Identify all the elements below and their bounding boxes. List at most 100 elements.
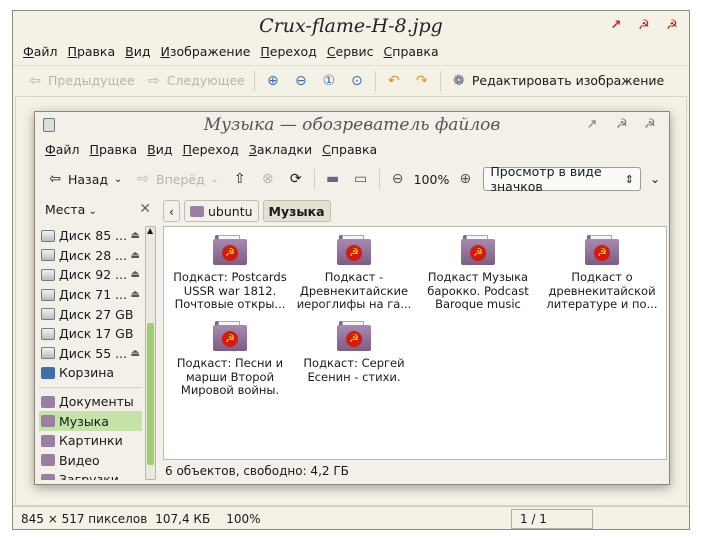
sidebar-item[interactable]: Диск 92 ... ⏏ xyxy=(39,265,142,285)
file-name-line: Есенин - стихи. xyxy=(307,369,401,384)
menu-view[interactable]: Вид xyxy=(142,140,177,160)
zoom-normal-icon: ① xyxy=(322,72,336,89)
places-dropdown[interactable]: Места ⌄ xyxy=(45,202,97,217)
sidebar-item[interactable]: Диск 27 GB xyxy=(39,304,142,324)
sidebar-item-label: Диск 92 ... xyxy=(59,267,128,283)
page-counter: 1 / 1 xyxy=(511,509,593,529)
toolbar-separator xyxy=(313,169,315,189)
scroll-up-icon[interactable]: ▲ xyxy=(147,226,153,235)
computer-button[interactable]: ▭ xyxy=(347,166,375,192)
file-name-line: Подкаст: Сергей xyxy=(303,356,405,370)
file-name-line: литературе и по... xyxy=(546,297,658,311)
eject-icon[interactable]: ⏏ xyxy=(131,269,140,280)
back-button[interactable]: ⇦ Назад ⌄ xyxy=(41,166,129,192)
folder-icon xyxy=(41,434,55,447)
sidebar-item[interactable]: Видео xyxy=(39,451,142,471)
menu-image[interactable]: Изображение xyxy=(155,42,255,62)
maximize-icon[interactable]: ↗ xyxy=(583,116,601,134)
file-item[interactable]: ☭ Подкаст Музыка барокко. Podcast Baroque m… xyxy=(416,235,540,312)
toolbar-separator xyxy=(253,70,255,91)
menu-tools[interactable]: Сервис xyxy=(322,42,379,62)
eject-icon[interactable]: ⏏ xyxy=(131,250,140,261)
file-item[interactable]: ☭ Подкаст: Сергей Есенин - стихи. xyxy=(292,321,416,384)
sidebar-item[interactable]: Диск 71 ... ⏏ xyxy=(39,285,142,305)
sidebar-item[interactable]: Картинки xyxy=(39,431,142,451)
eject-icon[interactable]: ⏏ xyxy=(131,348,140,359)
drive-icon xyxy=(41,268,55,281)
file-item[interactable]: ☭ Подкаст: Песни и марши Второй Мировой вой… xyxy=(168,321,292,398)
file-item[interactable]: ☭ Подкаст о древнекитайской литературе и по… xyxy=(540,235,664,312)
fm-toolbar: ⇦ Назад ⌄ ⇨ Вперёд ⌄ ⇧ ⊗ ⟳ ▬ ▭ ⊖ 100% ⊕ … xyxy=(35,164,669,194)
chevron-down-icon[interactable]: ⌄ xyxy=(209,170,221,188)
rotate-right-button[interactable]: ↷ xyxy=(408,68,436,94)
zoom-in-button[interactable]: ⊕ xyxy=(259,68,287,94)
reload-icon: ⟳ xyxy=(289,171,302,187)
minimize-icon[interactable]: ☭ xyxy=(635,17,653,35)
sidebar-item[interactable]: Диск 17 GB xyxy=(39,324,142,344)
maximize-icon[interactable]: ↗ xyxy=(607,17,625,35)
up-button[interactable]: ⇧ xyxy=(226,166,254,192)
next-button[interactable]: ⇨ Следующее xyxy=(140,68,250,94)
scrollbar-thumb[interactable] xyxy=(147,323,154,465)
folder-icon xyxy=(41,473,55,480)
zoom-in-button[interactable]: ⊕ xyxy=(451,166,479,192)
menu-go[interactable]: Переход xyxy=(255,42,321,62)
menu-bookmarks[interactable]: Закладки xyxy=(244,140,317,160)
zoom-normal-button[interactable]: ① xyxy=(315,68,343,94)
folder-emblem-icon: ☭ xyxy=(213,321,247,353)
sidebar-item[interactable]: Корзина xyxy=(39,363,142,383)
rotate-left-button[interactable]: ↶ xyxy=(380,68,408,94)
eject-icon[interactable]: ⏏ xyxy=(131,289,140,300)
path-scroll-left[interactable]: ‹ xyxy=(163,200,180,222)
close-icon[interactable]: ☭ xyxy=(663,17,681,35)
sidebar-scrollbar[interactable]: ▲ xyxy=(145,226,156,480)
sidebar-item[interactable]: Диск 85 ... ⏏ xyxy=(39,226,142,246)
viewer-statusbar: 845 × 517 пикселов 107,4 КБ 100% 1 / 1 xyxy=(13,506,689,530)
home-button[interactable]: ▬ xyxy=(319,166,347,192)
menu-edit[interactable]: Правка xyxy=(63,42,121,62)
stop-button[interactable]: ⊗ xyxy=(254,166,282,192)
menu-go[interactable]: Переход xyxy=(177,140,243,160)
path-crumb-music[interactable]: Музыка xyxy=(262,200,331,222)
previous-button[interactable]: ⇦ Предыдущее xyxy=(21,68,140,94)
menu-file[interactable]: Файл xyxy=(40,140,85,160)
view-mode-select[interactable]: Просмотр в виде значков ⇕ xyxy=(483,164,641,194)
sidebar-item-label: Диск 28 ... xyxy=(59,247,128,263)
sidebar-item[interactable]: Диск 55 ... ⏏ xyxy=(39,344,142,364)
sidebar-item[interactable]: Загрузки xyxy=(39,470,142,480)
image-zoom: 100% xyxy=(226,511,261,526)
reload-button[interactable]: ⟳ xyxy=(282,166,310,192)
sidebar-item[interactable]: Документы xyxy=(39,392,142,412)
edit-image-button[interactable]: ❁ Редактировать изображение xyxy=(445,68,669,94)
folder-icon xyxy=(41,415,55,428)
menu-edit[interactable]: Правка xyxy=(85,140,143,160)
sidebar-item-label: Документы xyxy=(59,394,134,410)
menu-view[interactable]: Вид xyxy=(120,42,155,62)
toolbar-separator xyxy=(378,169,380,189)
sidebar-header: Места ⌄ ✕ xyxy=(39,198,155,220)
menu-help[interactable]: Справка xyxy=(379,42,444,62)
file-name-line: барокко. Podcast xyxy=(427,283,529,298)
home-folder-icon xyxy=(190,205,204,217)
chevron-down-icon[interactable]: ⌄ xyxy=(112,170,124,188)
minimize-icon[interactable]: ☭ xyxy=(613,116,631,134)
zoom-out-button[interactable]: ⊖ xyxy=(287,68,315,94)
sidebar-item[interactable]: Музыка xyxy=(39,411,142,431)
forward-button[interactable]: ⇨ Вперёд ⌄ xyxy=(129,166,226,192)
file-item[interactable]: ☭ Подкаст: Postcards USSR war 1812. Почтовы… xyxy=(168,235,292,312)
close-icon[interactable]: ☭ xyxy=(641,116,659,134)
close-sidebar-icon[interactable]: ✕ xyxy=(139,201,151,217)
file-name-line: Подкаст: Песни и xyxy=(176,356,284,370)
sidebar-item-label: Картинки xyxy=(59,433,123,449)
menu-file[interactable]: Файл xyxy=(18,42,63,62)
file-item[interactable]: ☭ Подкаст - Древнекитайские иероглифы на га… xyxy=(292,235,416,312)
sidebar-item[interactable]: Диск 28 ... ⏏ xyxy=(39,246,142,266)
zoom-out-button[interactable]: ⊖ xyxy=(384,166,412,192)
file-icon-view[interactable]: ☭ Подкаст: Postcards USSR war 1812. Почтовы… xyxy=(163,226,667,460)
path-crumb-home[interactable]: ubuntu xyxy=(184,200,259,222)
eject-icon[interactable]: ⏏ xyxy=(131,230,140,241)
menu-help[interactable]: Справка xyxy=(317,140,382,160)
toolbar-overflow-button[interactable]: ⌄ xyxy=(641,166,669,192)
trash-icon xyxy=(41,366,55,379)
zoom-fit-button[interactable]: ⊙ xyxy=(343,68,371,94)
